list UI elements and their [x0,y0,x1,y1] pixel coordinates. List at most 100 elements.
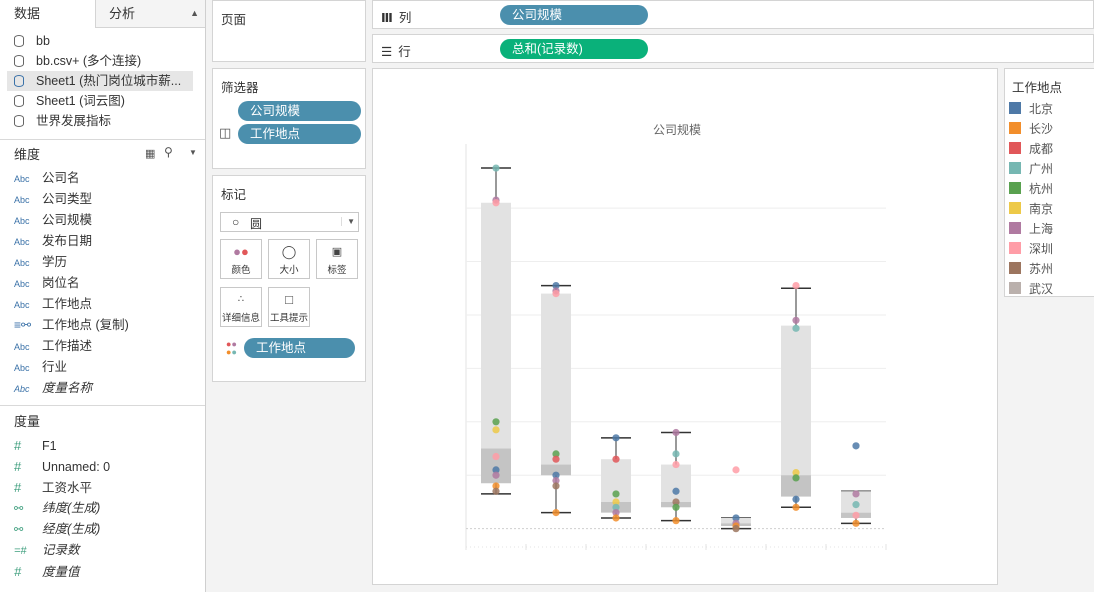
color-pill-location[interactable]: 工作地点 [244,338,355,358]
dimension-field[interactable]: Abc 公司名 [14,168,80,189]
number-type-icon: # [14,459,22,474]
rows-icon: ☰ [381,45,393,59]
data-point [552,509,560,517]
string-type-icon: Abc [14,216,30,226]
datasource-item[interactable]: Sheet1 (词云图) [14,91,125,111]
box-plot-chart[interactable]: 公司规模 [373,69,997,584]
filters-shelf[interactable]: 筛选器 公司规模 ◫ 工作地点 [212,68,366,169]
search-icon[interactable]: ⚲ [164,145,173,159]
data-point [672,503,680,511]
dimension-field[interactable]: Abc 公司规模 [14,210,92,231]
viz-canvas[interactable]: 公司规模 [372,68,998,585]
pages-shelf[interactable]: 页面 [212,0,366,62]
datasource-item-selected[interactable]: Sheet1 (热门岗位城市薪... [7,71,193,91]
dimension-field[interactable]: Abc 公司类型 [14,189,92,210]
database-icon [14,35,24,47]
dimension-field[interactable]: Abc 工作描述 [14,336,92,357]
legend-item[interactable]: 深圳 [1009,239,1053,259]
data-point [492,452,500,461]
box-upper-half [481,202,511,449]
data-point [552,482,560,490]
dimension-field[interactable]: Abc 发布日期 [14,231,92,252]
datasource-item[interactable]: 世界发展指标 [14,111,111,131]
marks-title: 标记 [221,188,247,202]
dropdown-caret-icon[interactable]: ▼ [189,148,197,157]
database-icon [14,115,24,127]
number-type-icon: # [14,438,22,453]
measure-field[interactable]: ⚯ 纬度(生成) [14,498,100,519]
caret-icon[interactable]: ▲ [190,0,199,27]
rows-label: 行 [398,45,411,59]
dimensions-title: 维度 [14,147,41,162]
legend-item[interactable]: 苏州 [1009,259,1053,279]
field-label: 公司类型 [42,192,93,206]
dimension-field[interactable]: Abc 学历 [14,252,67,273]
pane-tabs: 数据 分析 ▲ [0,0,205,28]
columns-label: 列 [398,11,412,25]
data-point [792,474,800,482]
field-label: 公司规模 [42,213,93,227]
tab-analysis[interactable]: 分析 [97,0,205,27]
dimension-field[interactable]: Abc 行业 [14,357,67,378]
legend-item[interactable]: 成都 [1009,139,1053,159]
measure-field[interactable]: =# 记录数 [14,540,80,561]
legend-label: 武汉 [1029,282,1054,296]
detail-button[interactable]: ∴ 详细信息 [220,287,262,327]
datasource-item[interactable]: bb.csv+ (多个连接) [14,51,141,71]
datasource-item[interactable]: bb [14,31,50,51]
pages-title: 页面 [221,13,247,27]
datasource-label: bb [36,34,50,48]
label-button[interactable]: ▣ 标签 [316,239,358,279]
legend-item[interactable]: 长沙 [1009,119,1053,139]
legend-swatch [1009,262,1021,274]
measure-field[interactable]: ⚯ 经度(生成) [14,519,100,540]
database-filter-icon: ◫ [219,125,232,140]
string-type-icon: Abc [14,195,30,205]
legend-item[interactable]: 上海 [1009,219,1053,239]
data-point [852,519,860,527]
box-upper-half [781,325,811,476]
size-button[interactable]: ◯ 大小 [268,239,310,279]
field-label: 公司名 [42,171,80,185]
columns-pill-company-size[interactable]: 公司规模 [500,5,648,25]
data-point [852,511,860,519]
database-check-icon [14,75,24,87]
color-legend[interactable]: 工作地点 北京 长沙 成都 广州 杭州 南京 上海 深圳 苏州 武汉 [1004,68,1094,297]
list-view-icon[interactable]: ▦ [145,147,155,160]
legend-item[interactable]: 南京 [1009,199,1053,219]
data-point [492,487,500,495]
legend-item[interactable]: 杭州 [1009,179,1053,199]
field-label: 工作地点 [42,297,93,311]
globe-icon: ⚯ [14,524,24,536]
filter-pill-company-size[interactable]: 公司规模 [238,101,361,121]
columns-shelf[interactable]: Ⅲ列 公司规模 [372,0,1094,29]
legend-item[interactable]: 武汉 [1009,279,1053,299]
tooltip-icon: □ [285,292,293,307]
data-point [792,503,800,511]
globe-icon: ≡⚯ [14,318,32,332]
datasource-label: Sheet1 (热门岗位城市薪... [36,74,182,88]
data-point [492,199,500,207]
measure-field[interactable]: # Unnamed: 0 [14,456,110,477]
rows-pill-record-count[interactable]: 总和(记录数) [500,39,648,59]
mark-type-select[interactable]: ○ 圆 ▼ [220,212,359,232]
tooltip-button[interactable]: □ 工具提示 [268,287,310,327]
measure-field[interactable]: # 工资水平 [14,477,92,498]
measure-field[interactable]: # 度量值 [14,561,80,582]
string-type-icon: Abc [14,279,30,289]
legend-item[interactable]: 广州 [1009,159,1053,179]
rows-shelf[interactable]: ☰ 行 总和(记录数) [372,34,1094,63]
dimension-field[interactable]: Abc 岗位名 [14,273,80,294]
dimension-field[interactable]: Abc 工作地点 [14,294,92,315]
box-upper-half [661,464,691,502]
filters-title: 筛选器 [221,81,259,95]
color-dots-icon: ●● [233,244,249,259]
legend-item[interactable]: 北京 [1009,99,1053,119]
filter-pill-location[interactable]: 工作地点 [238,124,361,144]
color-button[interactable]: ●● 颜色 [220,239,262,279]
dimension-field[interactable]: Abc 度量名称 [14,378,92,399]
measure-field[interactable]: # F1 [14,435,57,456]
legend-label: 上海 [1029,222,1054,236]
tab-data[interactable]: 数据 [0,0,96,28]
dimension-field[interactable]: ≡⚯ 工作地点 (复制) [14,315,129,336]
